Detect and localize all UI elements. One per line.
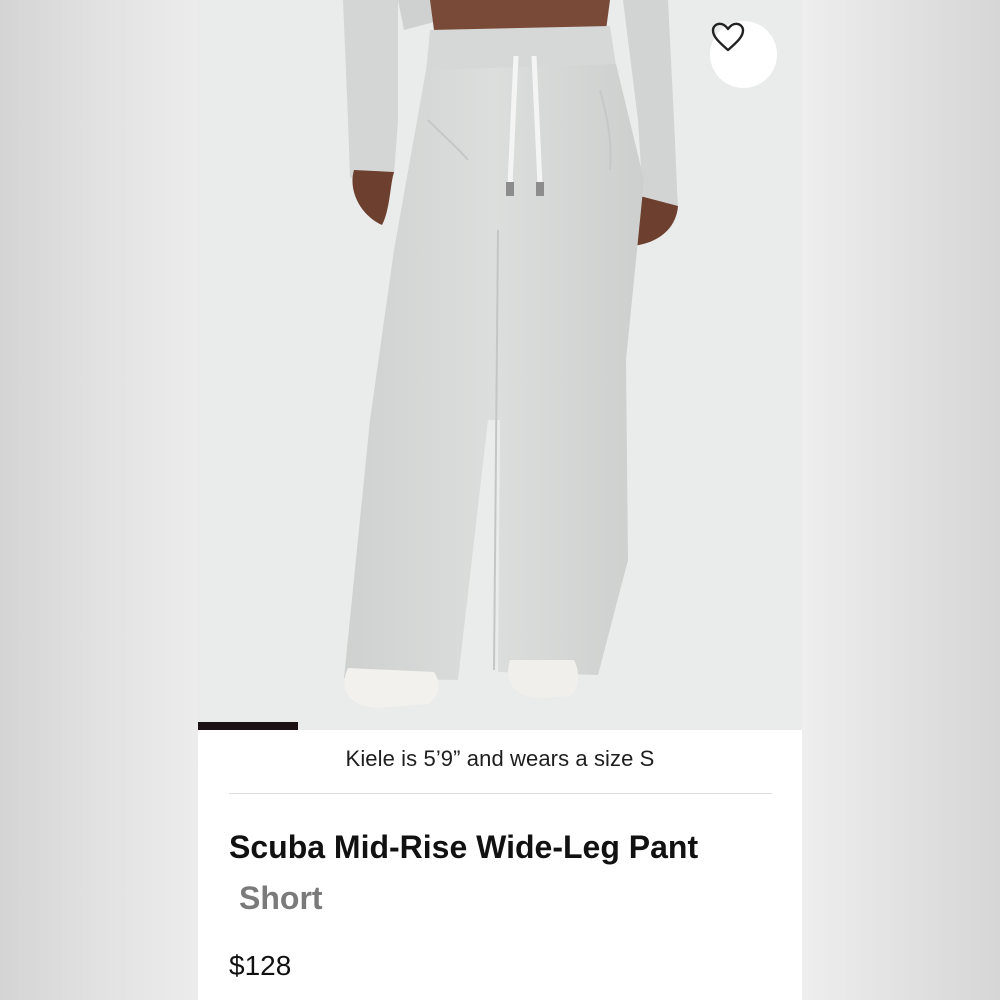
product-price: $128 (229, 950, 292, 981)
product-title: Scuba Mid-Rise Wide-Leg Pant Short (229, 822, 789, 924)
heart-icon (711, 22, 745, 52)
favorite-button[interactable] (710, 21, 777, 88)
model-illustration (343, 0, 678, 708)
gallery-progress-fill (198, 722, 299, 730)
product-image[interactable] (198, 0, 802, 730)
product-card: Kiele is 5’9” and wears a size S Scuba M… (198, 0, 802, 1000)
product-variant: Short (239, 880, 323, 916)
divider (229, 793, 772, 794)
model-size-note: Kiele is 5’9” and wears a size S (345, 746, 655, 771)
product-name: Scuba Mid-Rise Wide-Leg Pant (229, 829, 699, 865)
gallery-progress-bar (198, 722, 802, 730)
